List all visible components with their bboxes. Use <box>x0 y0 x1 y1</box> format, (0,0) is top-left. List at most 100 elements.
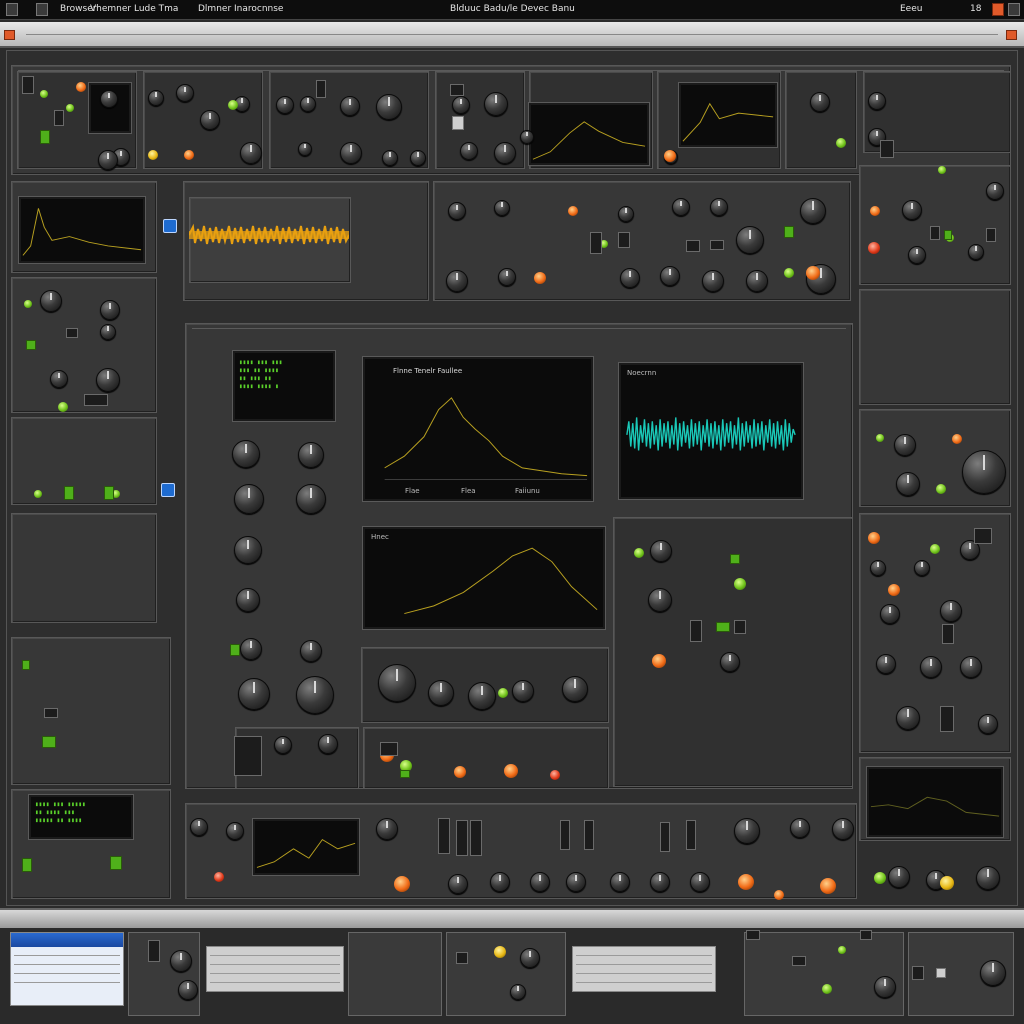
toggle-switch[interactable] <box>584 820 594 850</box>
rotary-knob[interactable] <box>340 96 360 116</box>
rotary-knob[interactable] <box>468 682 496 710</box>
rotary-knob[interactable] <box>200 110 220 130</box>
rotary-knob[interactable] <box>610 872 630 892</box>
rotary-knob[interactable] <box>520 130 534 144</box>
rotary-knob[interactable] <box>96 368 120 392</box>
toggle-switch[interactable] <box>936 968 946 978</box>
toggle-switch[interactable] <box>746 930 760 940</box>
rotary-knob[interactable] <box>100 324 116 340</box>
rotary-knob[interactable] <box>170 950 192 972</box>
record-icon[interactable] <box>992 3 1004 16</box>
rotary-knob[interactable] <box>494 142 516 164</box>
rotary-knob[interactable] <box>240 142 262 164</box>
rotary-knob[interactable] <box>498 268 516 286</box>
toggle-switch[interactable] <box>26 340 36 350</box>
orange-indicator-icon[interactable] <box>1006 30 1017 40</box>
toggle-switch[interactable] <box>686 240 700 252</box>
toggle-switch[interactable] <box>42 736 56 748</box>
rotary-knob[interactable] <box>880 604 900 624</box>
rotary-knob[interactable] <box>340 142 362 164</box>
toggle-switch[interactable] <box>22 76 34 94</box>
rotary-knob[interactable] <box>566 872 586 892</box>
toggle-switch[interactable] <box>452 116 464 130</box>
toggle-switch[interactable] <box>148 940 160 962</box>
toggle-switch[interactable] <box>44 708 58 718</box>
toggle-switch[interactable] <box>912 966 924 980</box>
rotary-knob[interactable] <box>870 560 886 576</box>
menu-item-edit[interactable]: Eeeu <box>900 4 922 14</box>
clip-list-panel[interactable] <box>206 946 344 992</box>
rotary-knob[interactable] <box>100 300 120 320</box>
rotary-knob[interactable] <box>976 866 1000 890</box>
toggle-switch[interactable] <box>316 80 326 98</box>
menu-item-device[interactable]: Blduuc Badu/le Devec Banu <box>450 4 575 14</box>
rotary-knob[interactable] <box>914 560 930 576</box>
toggle-switch[interactable] <box>560 820 570 850</box>
rotary-knob[interactable] <box>720 652 740 672</box>
app-icon[interactable] <box>6 3 18 16</box>
rotary-knob[interactable] <box>148 90 164 106</box>
toggle-switch[interactable] <box>234 736 262 776</box>
rotary-knob[interactable] <box>650 540 672 562</box>
rotary-knob[interactable] <box>300 96 316 112</box>
rotary-knob[interactable] <box>460 142 478 160</box>
rotary-knob[interactable] <box>484 92 508 116</box>
rotary-knob[interactable] <box>896 706 920 730</box>
toggle-switch[interactable] <box>84 394 108 406</box>
rotary-knob[interactable] <box>378 664 416 702</box>
rotary-knob[interactable] <box>298 442 324 468</box>
rotary-knob[interactable] <box>618 206 634 222</box>
rotary-knob[interactable] <box>410 150 426 166</box>
rotary-knob[interactable] <box>298 142 312 156</box>
toggle-switch[interactable] <box>860 930 872 940</box>
rotary-knob[interactable] <box>968 244 984 260</box>
rotary-knob[interactable] <box>810 92 830 112</box>
rotary-knob[interactable] <box>236 588 260 612</box>
window-icon[interactable] <box>36 3 48 16</box>
rotary-knob[interactable] <box>226 822 244 840</box>
rotary-knob[interactable] <box>660 266 680 286</box>
rotary-knob[interactable] <box>234 536 262 564</box>
display-button-1[interactable]: Flae <box>405 487 420 495</box>
orange-indicator-icon[interactable] <box>4 30 15 40</box>
rotary-knob[interactable] <box>790 818 810 838</box>
rotary-knob[interactable] <box>448 202 466 220</box>
toggle-switch[interactable] <box>22 858 32 872</box>
close-icon[interactable] <box>1008 3 1020 16</box>
rotary-knob[interactable] <box>896 472 920 496</box>
rotary-knob[interactable] <box>986 182 1004 200</box>
toggle-switch[interactable] <box>930 226 940 240</box>
toggle-switch[interactable] <box>944 230 952 240</box>
toggle-switch[interactable] <box>456 820 468 856</box>
rotary-knob[interactable] <box>240 638 262 660</box>
rotary-knob[interactable] <box>920 656 942 678</box>
rotary-knob[interactable] <box>868 92 886 110</box>
toggle-switch[interactable] <box>450 84 464 96</box>
rotary-knob[interactable] <box>620 268 640 288</box>
toggle-switch[interactable] <box>22 660 30 670</box>
toggle-switch[interactable] <box>66 328 78 338</box>
rotary-knob[interactable] <box>428 680 454 706</box>
rotary-knob[interactable] <box>178 980 198 1000</box>
rotary-knob[interactable] <box>98 150 118 170</box>
rotary-knob[interactable] <box>650 872 670 892</box>
rotary-knob[interactable] <box>448 874 468 894</box>
rotary-knob[interactable] <box>446 270 468 292</box>
rotary-knob[interactable] <box>40 290 62 312</box>
rotary-knob[interactable] <box>962 450 1006 494</box>
rotary-knob[interactable] <box>978 714 998 734</box>
rotary-knob[interactable] <box>318 734 338 754</box>
rotary-knob[interactable] <box>232 440 260 468</box>
rotary-knob[interactable] <box>296 484 326 514</box>
rotary-knob[interactable] <box>888 866 910 888</box>
toggle-switch[interactable] <box>710 240 724 250</box>
rotary-knob[interactable] <box>376 94 402 120</box>
toggle-switch[interactable] <box>880 140 894 158</box>
rotary-knob[interactable] <box>520 948 540 968</box>
toggle-switch[interactable] <box>400 770 410 778</box>
rotary-knob[interactable] <box>176 84 194 102</box>
rotary-knob[interactable] <box>734 818 760 844</box>
toggle-switch[interactable] <box>40 130 50 144</box>
rotary-knob[interactable] <box>746 270 768 292</box>
rotary-knob[interactable] <box>510 984 526 1000</box>
